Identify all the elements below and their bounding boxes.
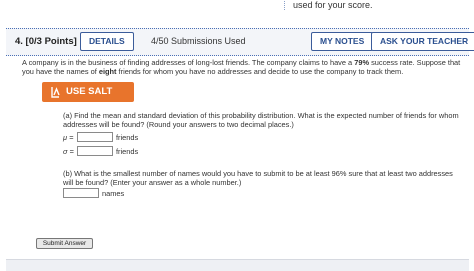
mu-input[interactable] — [77, 132, 113, 142]
sigma-input[interactable] — [77, 146, 113, 156]
mu-label: μ = — [63, 133, 74, 142]
use-salt-label: USE SALT — [66, 86, 113, 97]
problem-text: A company is in the business of finding … — [22, 58, 461, 76]
ask-teacher-button[interactable]: ASK YOUR TEACHER — [371, 32, 474, 51]
use-salt-button[interactable]: USE SALT — [42, 82, 134, 102]
part-a-prompt: (a) Find the mean and standard deviation… — [63, 111, 459, 129]
previous-question-tail: used for your score. — [284, 0, 474, 10]
my-notes-button[interactable]: MY NOTES — [311, 32, 374, 51]
question-page: used for your score. 4. [0/3 Points] DET… — [0, 0, 474, 271]
part-b: (b) What is the smallest number of names… — [63, 169, 463, 187]
success-rate: 79% — [354, 58, 370, 67]
submissions-used: 4/50 Submissions Used — [151, 36, 246, 46]
previous-question-text: used for your score. — [293, 0, 373, 10]
mu-unit: friends — [116, 133, 139, 142]
friend-count: eight — [98, 67, 117, 76]
names-input[interactable] — [63, 188, 99, 198]
question-header: 4. [0/3 Points] DETAILS 4/50 Submissions… — [6, 28, 474, 56]
details-button[interactable]: DETAILS — [80, 32, 134, 51]
submit-answer-button[interactable]: Submit Answer — [36, 238, 93, 249]
salt-shaker-icon — [51, 87, 60, 98]
sigma-unit: friends — [116, 147, 139, 156]
question-number-points: 4. [0/3 Points] — [15, 36, 77, 47]
next-question-edge — [6, 259, 469, 271]
part-a: (a) Find the mean and standard deviation… — [63, 111, 463, 129]
problem-statement: A company is in the business of finding … — [22, 58, 462, 76]
part-b-prompt: (b) What is the smallest number of names… — [63, 169, 453, 187]
names-unit: names — [102, 189, 125, 198]
sigma-label: σ = — [63, 147, 74, 156]
